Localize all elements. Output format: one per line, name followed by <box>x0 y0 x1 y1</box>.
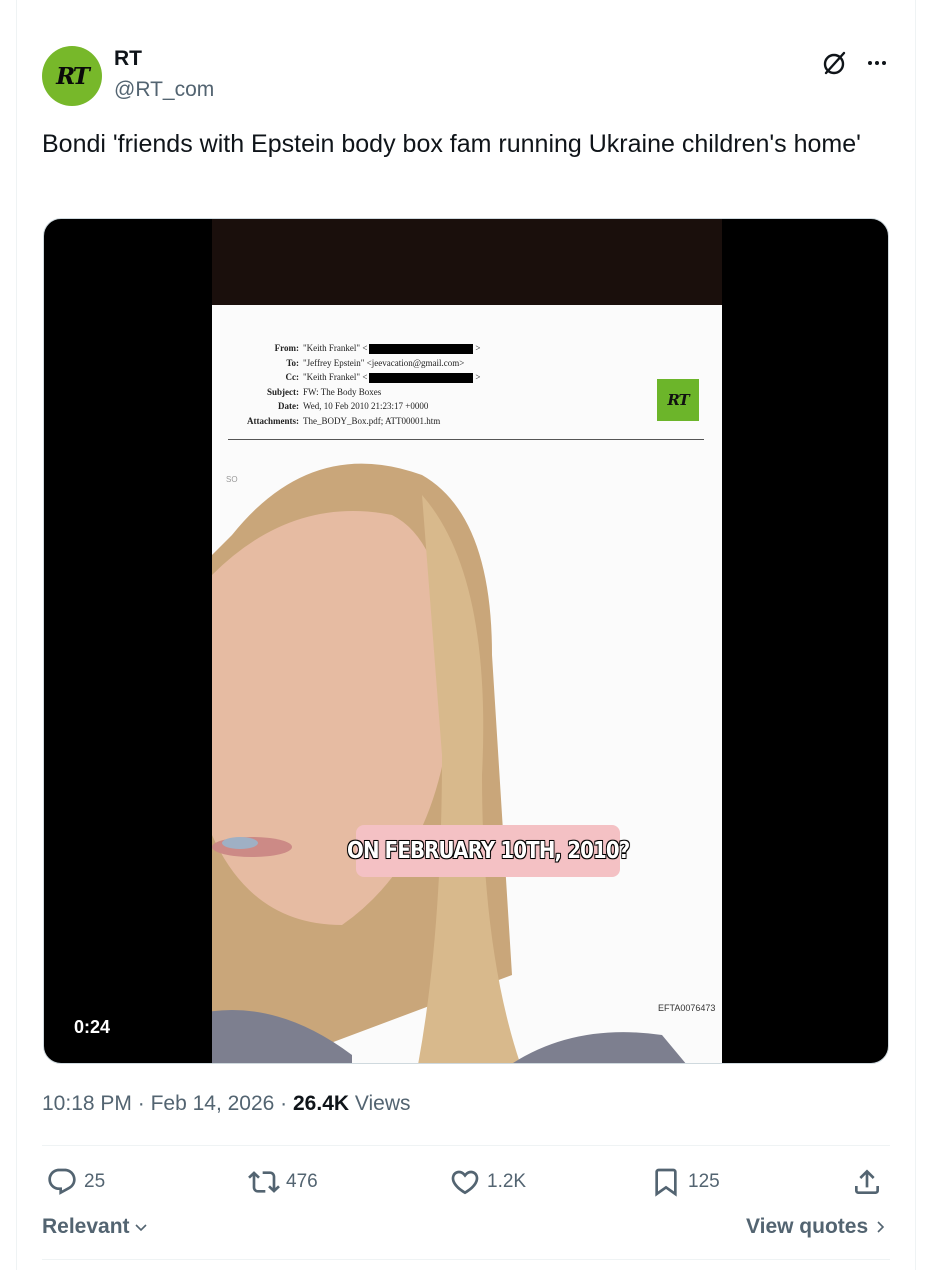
tweet-time[interactable]: 10:18 PM <box>42 1092 132 1115</box>
document-footer-id: EFTA0076473 <box>658 1003 716 1013</box>
heart-icon <box>451 1170 479 1195</box>
redaction-bar <box>369 373 474 384</box>
tweet-meta: 10:18 PM · Feb 14, 2026 · 26.4K Views <box>42 1092 411 1116</box>
view-quotes-label: View quotes <box>746 1215 869 1238</box>
reply-count: 25 <box>84 1171 106 1192</box>
document-rule <box>228 439 704 440</box>
video-player[interactable]: From: "Keith Frankel" < > To: "Jeffrey Epst… <box>43 218 889 1064</box>
presenter-illustration <box>212 463 686 1063</box>
author-handle[interactable]: @RT_com <box>114 78 214 102</box>
chevron-right-icon <box>877 1221 885 1233</box>
email-subject-label: Subject: <box>267 386 299 397</box>
email-from-label: From: <box>274 343 299 353</box>
bookmark-icon <box>655 1168 677 1197</box>
video-frame: From: "Keith Frankel" < > To: "Jeffrey Epst… <box>212 219 722 1063</box>
avatar[interactable]: RT <box>42 46 102 106</box>
video-top-band <box>212 219 722 305</box>
email-attachments-label: Attachments: <box>247 415 299 426</box>
repost-count: 476 <box>286 1171 318 1192</box>
video-duration: 0:24 <box>66 1013 119 1042</box>
sort-replies-dropdown[interactable]: Relevant <box>42 1215 149 1239</box>
video-caption-text: ON FEBRUARY 10TH, 2010? <box>346 838 630 864</box>
author-name[interactable]: RT <box>114 47 142 71</box>
tweet-text: Bondi 'friends with Epstein body box fam… <box>42 130 861 158</box>
meta-separator: · <box>131 1092 151 1115</box>
reply-button[interactable]: 25 <box>46 1166 105 1198</box>
like-button[interactable]: 1.2K <box>449 1166 526 1198</box>
bookmark-count: 125 <box>688 1171 720 1192</box>
email-attachments-value: The_BODY_Box.pdf; ATT00001.htm <box>303 415 441 426</box>
rt-watermark-text: RT <box>667 391 689 409</box>
views-label: Views <box>349 1092 411 1115</box>
divider <box>42 1259 890 1260</box>
email-to-value: "Jeffrey Epstein" <jeevacation@gmail.com… <box>303 357 465 368</box>
view-quotes-link[interactable]: View quotes <box>746 1215 888 1239</box>
like-count: 1.2K <box>487 1171 527 1192</box>
reply-icon <box>48 1168 76 1195</box>
divider <box>42 1145 890 1146</box>
email-document: From: "Keith Frankel" < > To: "Jeffrey Epst… <box>240 341 481 429</box>
email-cc-value: "Keith Frankel" < <box>303 372 368 383</box>
more-options-icon[interactable] <box>862 48 892 78</box>
avatar-logo-text: RT <box>56 62 90 90</box>
grok-icon[interactable] <box>820 48 850 78</box>
email-from-value: "Keith Frankel" < <box>303 343 368 353</box>
meta-separator: · <box>274 1092 293 1115</box>
email-date-value: Wed, 10 Feb 2010 21:23:17 +0000 <box>303 401 429 412</box>
rt-watermark: RT <box>657 379 699 421</box>
repost-icon <box>248 1171 280 1193</box>
chevron-down-icon <box>134 1224 147 1232</box>
repost-button[interactable]: 476 <box>248 1166 318 1198</box>
bookmark-button[interactable]: 125 <box>650 1166 720 1198</box>
views-count: 26.4K <box>293 1092 350 1115</box>
email-cc-label: Cc: <box>285 372 300 383</box>
sort-label: Relevant <box>42 1215 130 1238</box>
video-caption: ON FEBRUARY 10TH, 2010? <box>347 825 630 877</box>
email-subject-value: FW: The Body Boxes <box>303 386 382 397</box>
share-button[interactable] <box>851 1166 889 1198</box>
email-to-label: To: <box>286 357 299 368</box>
share-icon <box>855 1169 879 1194</box>
email-date-label: Date: <box>278 401 299 412</box>
tweet-date[interactable]: Feb 14, 2026 <box>151 1092 275 1115</box>
redaction-bar <box>369 343 474 354</box>
